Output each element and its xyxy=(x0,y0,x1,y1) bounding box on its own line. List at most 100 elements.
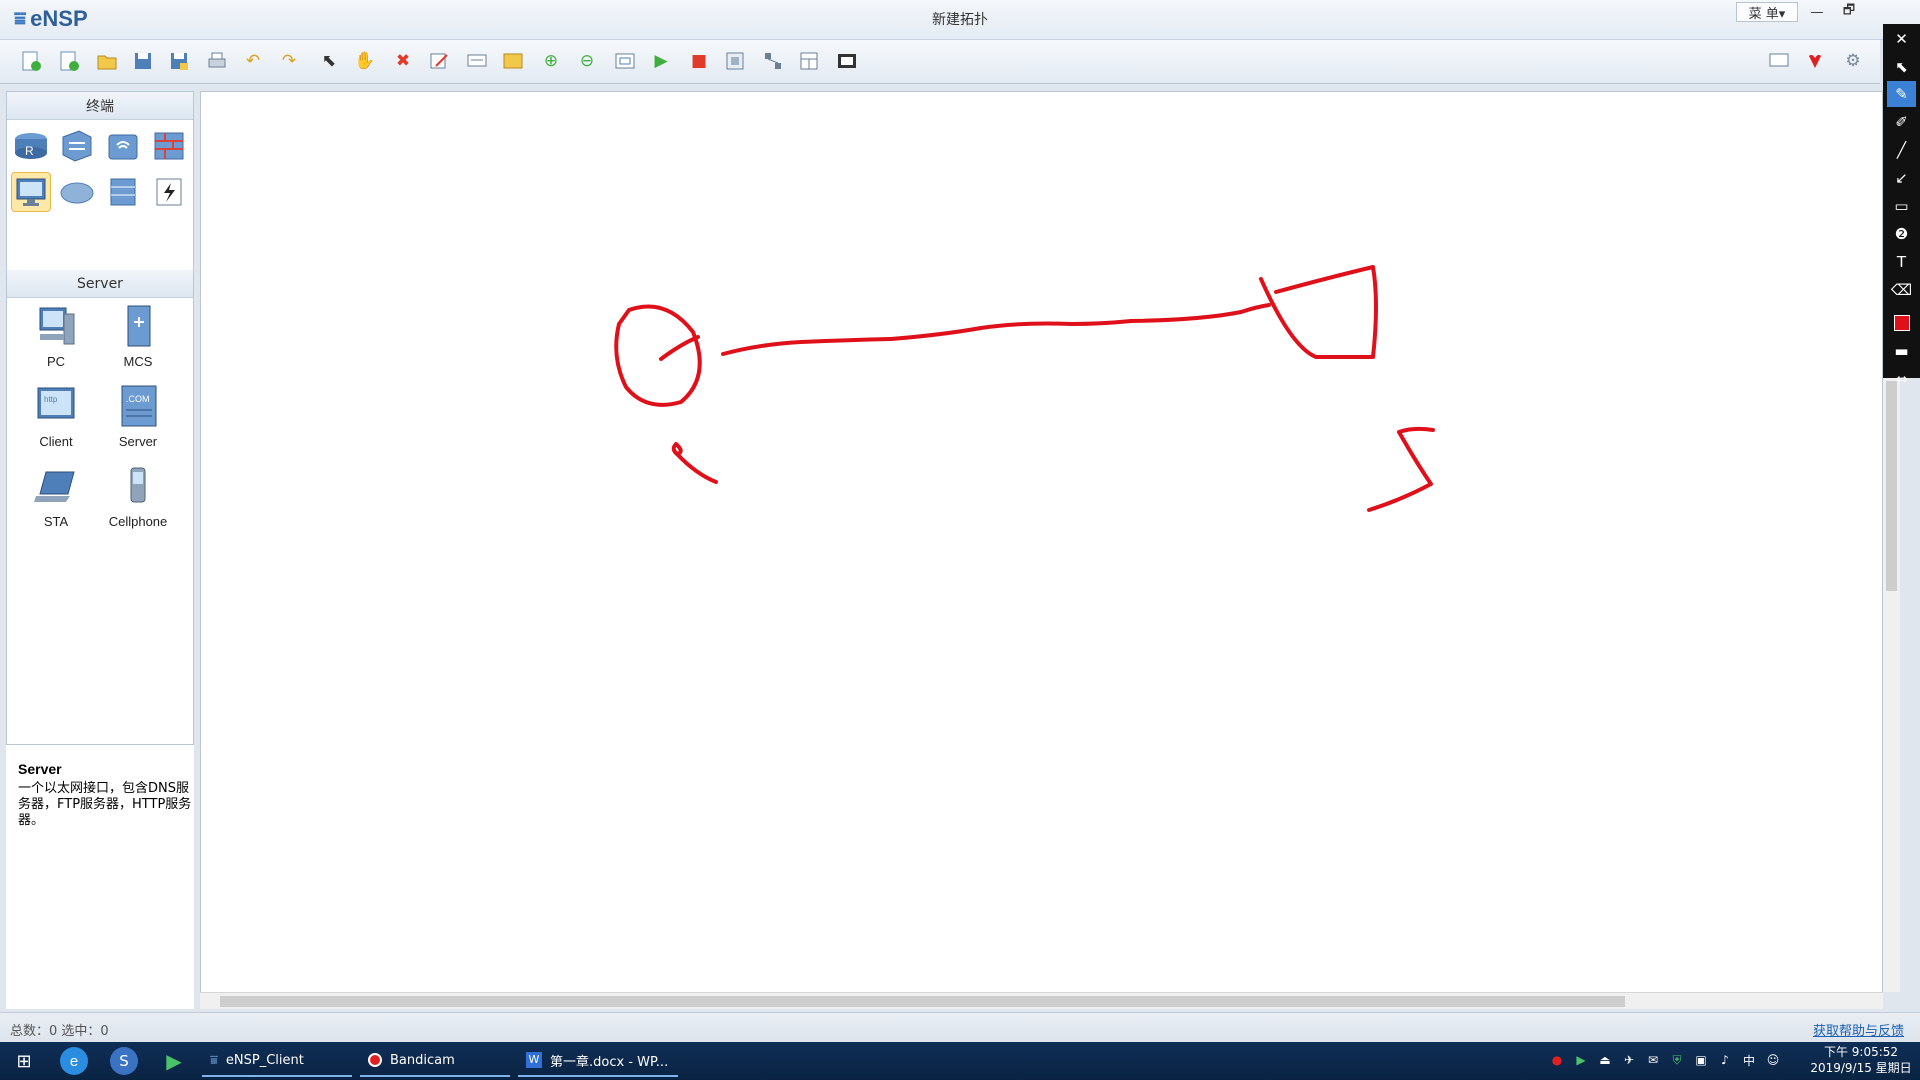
highlighter-tool-icon[interactable]: ✐ xyxy=(1887,109,1916,135)
svg-text:http: http xyxy=(44,395,58,404)
print-icon[interactable] xyxy=(204,48,230,74)
ink-circle xyxy=(614,304,702,407)
firewall-category-icon[interactable] xyxy=(149,126,189,166)
shield-tray-icon[interactable]: ⛨ xyxy=(1670,1053,1684,1067)
other-devices-category-icon[interactable] xyxy=(103,172,143,212)
taskbar-item-label: eNSP_Client xyxy=(225,1052,304,1068)
ink-trapezoid xyxy=(1259,265,1378,359)
device-label: MCS xyxy=(123,354,153,369)
capture-icon[interactable] xyxy=(722,48,748,74)
stop-device-icon[interactable]: ■ xyxy=(686,48,712,74)
menu-button[interactable]: 菜 单▾ xyxy=(1736,2,1798,22)
record-tray-icon[interactable]: ● xyxy=(1550,1053,1564,1067)
windows-start-icon[interactable]: ⊞ xyxy=(10,1047,38,1075)
pointer-tool-icon[interactable]: ⬉ xyxy=(1887,54,1916,80)
user-tray-icon[interactable]: ☺ xyxy=(1766,1053,1780,1067)
collapse-toolbar-icon[interactable]: ⇔ xyxy=(1887,366,1916,392)
record-icon xyxy=(368,1053,382,1067)
grid-icon[interactable] xyxy=(796,48,822,74)
redo-icon[interactable]: ↷ xyxy=(276,48,302,74)
wps-writer-icon: W xyxy=(526,1052,542,1068)
settings-gear-icon[interactable]: ⚙ xyxy=(1840,48,1866,74)
svg-text:.COM: .COM xyxy=(126,394,150,404)
device-label: Server xyxy=(118,434,158,449)
ime-indicator[interactable]: 中 xyxy=(1742,1053,1756,1068)
huawei-logo-icon[interactable] xyxy=(1802,48,1828,74)
taskbar-wps-document[interactable]: W 第一章.docx - WP... xyxy=(518,1045,678,1077)
status-bar: 总数：0 选中：0 获取帮助与反馈 xyxy=(0,1012,1920,1042)
taskbar-ensp-client[interactable]: ⩸ eNSP_Client xyxy=(202,1045,352,1077)
delete-link-icon[interactable] xyxy=(426,48,452,74)
start-device-icon[interactable]: ▶ xyxy=(648,48,674,74)
text-annotation-icon[interactable] xyxy=(464,48,490,74)
device-sta[interactable]: STA xyxy=(15,464,97,542)
minimize-button[interactable]: — xyxy=(1802,2,1832,22)
system-clock[interactable]: 下午 9:05:52 2019/9/15 星期日 xyxy=(1808,1044,1914,1076)
restore-button[interactable]: 🗗 xyxy=(1834,2,1864,22)
device-pc[interactable]: PC xyxy=(15,304,97,382)
client-icon: http xyxy=(34,384,78,430)
color-picker-icon[interactable] xyxy=(1887,310,1916,336)
screenshot-icon[interactable] xyxy=(834,48,860,74)
device-cellphone[interactable]: Cellphone xyxy=(97,464,179,542)
line-width-icon[interactable]: ▬ xyxy=(1887,338,1916,364)
chat-icon[interactable] xyxy=(1766,48,1792,74)
wlan-category-icon[interactable] xyxy=(103,126,143,166)
s-app-icon[interactable]: S xyxy=(110,1047,138,1075)
close-annotation-icon[interactable]: ✕ xyxy=(1887,26,1916,52)
arrow-tool-icon[interactable]: ↙ xyxy=(1887,165,1916,191)
new-topology-icon[interactable] xyxy=(18,48,44,74)
delete-icon[interactable]: ✖ xyxy=(390,48,416,74)
volume-tray-icon[interactable]: ♪ xyxy=(1718,1053,1732,1067)
device-client[interactable]: http Client xyxy=(15,384,97,462)
horizontal-scrollbar[interactable] xyxy=(200,992,1883,1009)
description-text: 一个以太网接口，包含DNS服务器，FTP服务器，HTTP服务器。 xyxy=(18,781,192,828)
new-example-icon[interactable] xyxy=(56,48,82,74)
network-tray-icon[interactable]: ▣ xyxy=(1694,1053,1708,1067)
zoom-in-icon[interactable]: ⊕ xyxy=(538,48,564,74)
zoom-out-icon[interactable]: ⊖ xyxy=(574,48,600,74)
pan-hand-icon[interactable]: ✋ xyxy=(352,48,378,74)
topology-canvas[interactable] xyxy=(200,91,1883,994)
open-folder-icon[interactable] xyxy=(94,48,120,74)
save-icon[interactable] xyxy=(130,48,156,74)
ie-browser-icon[interactable]: e xyxy=(60,1047,88,1075)
rectangle-tool-icon[interactable]: ▭ xyxy=(1887,193,1916,219)
vertical-scroll-thumb[interactable] xyxy=(1886,381,1897,591)
annotation-toolbar: ✕ ⬉ ✎ ✐ ╱ ↙ ▭ ❷ T ⌫ ▬ ⇔ xyxy=(1883,24,1920,388)
taskbar-bandicam[interactable]: Bandicam xyxy=(360,1045,510,1077)
router-category-icon[interactable]: R xyxy=(11,126,51,166)
bird-tray-icon[interactable]: ✈ xyxy=(1622,1053,1636,1067)
terminal-category-icon[interactable] xyxy=(11,172,51,212)
ink-tick xyxy=(659,335,700,361)
pen-tool-icon[interactable]: ✎ xyxy=(1887,81,1916,107)
svg-text:R: R xyxy=(25,144,34,158)
text-tool-icon[interactable]: T xyxy=(1887,249,1916,275)
description-title: Server xyxy=(18,761,62,777)
horizontal-scroll-thumb[interactable] xyxy=(220,996,1625,1007)
usb-tray-icon[interactable]: ⏏ xyxy=(1598,1053,1612,1067)
number-tool-icon[interactable]: ❷ xyxy=(1887,221,1916,247)
chat-tray-icon[interactable]: ✉ xyxy=(1646,1053,1660,1067)
topology-icon[interactable] xyxy=(760,48,786,74)
device-server[interactable]: .COM Server xyxy=(97,384,179,462)
help-feedback-link[interactable]: 获取帮助与反馈 xyxy=(1813,1020,1904,1039)
player-tray-icon[interactable]: ▶ xyxy=(1574,1053,1588,1067)
ink-right-hook xyxy=(1367,426,1435,512)
select-pointer-icon[interactable]: ⬉ xyxy=(316,48,342,74)
cloud-category-icon[interactable] xyxy=(57,172,97,212)
eraser-tool-icon[interactable]: ⌫ xyxy=(1887,277,1916,303)
device-type-header: Server xyxy=(7,270,193,298)
media-player-icon[interactable]: ▶ xyxy=(160,1047,188,1075)
custom-device-category-icon[interactable] xyxy=(149,172,189,212)
device-mcs[interactable]: MCS xyxy=(97,304,179,382)
palette-icon[interactable] xyxy=(500,48,526,74)
device-label: STA xyxy=(43,514,69,529)
line-tool-icon[interactable]: ╱ xyxy=(1887,137,1916,163)
save-as-icon[interactable] xyxy=(166,48,192,74)
taskbar-item-label: 第一章.docx - WP... xyxy=(550,1054,669,1070)
ink-left-hook xyxy=(671,442,718,484)
undo-icon[interactable]: ↶ xyxy=(240,48,266,74)
fit-view-icon[interactable] xyxy=(612,48,638,74)
switch-category-icon[interactable] xyxy=(57,126,97,166)
